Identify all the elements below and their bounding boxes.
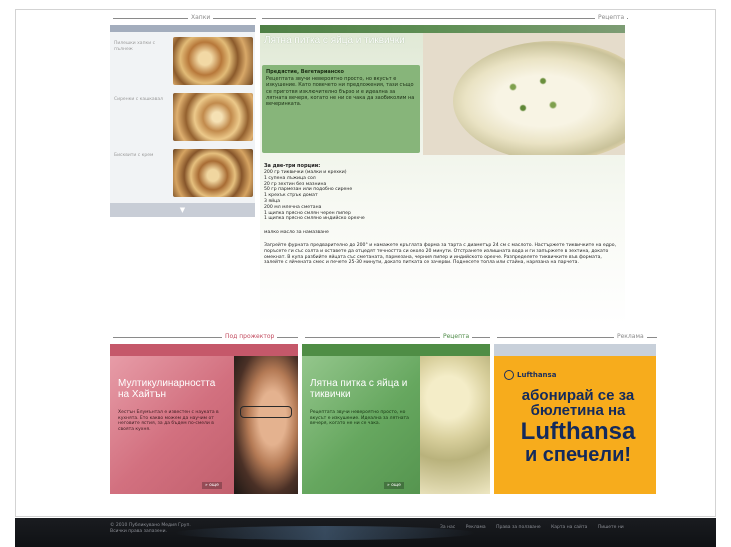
footer-copyright: © 2010 Публикувано Медия Груп. Всички пр… xyxy=(110,523,191,535)
sidebar-item-label[interactable]: Бисквити с крем xyxy=(114,153,170,159)
recipe-lead-text: Рецептата звучи невероятно просто, но вк… xyxy=(266,76,415,108)
ad-line-4: и спечели! xyxy=(524,444,632,466)
promo-dish-photo xyxy=(420,356,490,494)
crane-logo-icon xyxy=(504,370,514,380)
ad-brand: Lufthansa xyxy=(517,371,557,379)
ad-line-1: абонирай се за xyxy=(521,387,635,404)
promo-title[interactable]: Мултикулинарността на Хайтън xyxy=(118,378,228,400)
chef-portrait xyxy=(234,356,298,494)
footer-link-contact[interactable]: Пишете ни xyxy=(598,525,624,530)
recipe-method: Загрейте фурната предварително до 200° и… xyxy=(264,243,617,266)
lufthansa-ad-banner[interactable]: Lufthansa абонирай се за бюлетина на Luf… xyxy=(494,344,656,494)
sidebar-item-1[interactable]: Пилешки хапки с пълнеж xyxy=(110,35,255,87)
promo-more-link[interactable]: » още xyxy=(384,482,404,489)
sidebar-item-3[interactable]: Бисквити с крем xyxy=(110,147,255,199)
section-rule-left xyxy=(113,18,256,19)
sidebar-item-image[interactable] xyxy=(173,37,253,85)
recipe-photo xyxy=(423,33,625,155)
section-label-promo1: Под прожектор xyxy=(222,333,278,341)
recipe-article: Лятна питка с яйца и тиквички Предястие,… xyxy=(260,25,625,325)
promo-title[interactable]: Лятна питка с яйца и тиквички xyxy=(310,378,420,400)
sidebar-item-label[interactable]: Пилешки хапки с пълнеж xyxy=(114,41,170,53)
sidebar-item-image[interactable] xyxy=(173,149,253,197)
promo-band xyxy=(110,344,298,356)
recipe-category: Предястие, Вегетарианско xyxy=(266,69,344,75)
section-label-promo2: Рецепта xyxy=(440,333,473,341)
promo-band xyxy=(302,344,490,356)
site-footer: © 2010 Публикувано Медия Груп. Всички пр… xyxy=(15,518,716,547)
section-label-promo3: Реклама xyxy=(614,333,647,341)
promo-text: Хестън Блумънтал е известен с науката в … xyxy=(118,410,219,432)
section-label-main: Рецепта xyxy=(595,14,628,22)
ad-band xyxy=(494,344,656,356)
promo-more-link[interactable]: » още xyxy=(202,482,222,489)
section-rule-main xyxy=(262,18,628,19)
ingredients-title: За две-три порции: xyxy=(264,163,321,169)
ingredients-extra: малко масло за намазване xyxy=(264,230,329,235)
footer-link-advertising[interactable]: Реклама xyxy=(466,525,486,530)
sidebar-item-2[interactable]: Сиренки с кашкавал xyxy=(110,91,255,143)
sidebar-item-image[interactable] xyxy=(173,93,253,141)
sidebar-snacks: Пилешки хапки с пълнеж Сиренки с кашкава… xyxy=(110,25,255,217)
sidebar-more-button[interactable]: ▼ xyxy=(110,203,255,217)
ingredients-list: 200 гр тиквички (малки и крехки) 1 супен… xyxy=(264,170,464,222)
recipe-lead-box: Предястие, Вегетарианско Рецептата звучи… xyxy=(262,65,420,153)
dish-herbs xyxy=(483,63,583,123)
section-label-left: Хапки xyxy=(188,14,214,22)
chef-glasses xyxy=(240,406,292,418)
ad-line-2: бюлетина на xyxy=(530,402,626,419)
ingredient-item: 1 щипка прясно смляно индийско орехче xyxy=(264,216,365,222)
rights-line: Всички права запазени. xyxy=(110,529,167,534)
promo-recipe[interactable]: Лятна питка с яйца и тиквички Рецептата … xyxy=(302,344,490,494)
ad-headline[interactable]: абонирай се за бюлетина на Lufthansa и с… xyxy=(504,388,652,466)
promo-spotlight[interactable]: Мултикулинарността на Хайтън Хестън Блум… xyxy=(110,344,298,494)
footer-swoosh xyxy=(175,526,475,540)
sidebar-item-label[interactable]: Сиренки с кашкавал xyxy=(114,97,170,103)
recipe-title: Лятна питка с яйца и тиквички xyxy=(264,35,405,46)
article-header-band xyxy=(260,25,625,33)
footer-link-terms[interactable]: Права за ползване xyxy=(496,525,541,530)
footer-link-sitemap[interactable]: Карта на сайта xyxy=(551,525,587,530)
promo-text: Рецептата звучи невероятно просто, но вк… xyxy=(310,410,409,427)
ad-line-3: Lufthansa xyxy=(520,418,636,445)
lufthansa-logo: Lufthansa xyxy=(504,370,556,380)
sidebar-header-band xyxy=(110,25,255,32)
footer-link-about[interactable]: За нас xyxy=(440,525,455,530)
footer-links: За нас Реклама Права за ползване Карта н… xyxy=(440,525,633,530)
